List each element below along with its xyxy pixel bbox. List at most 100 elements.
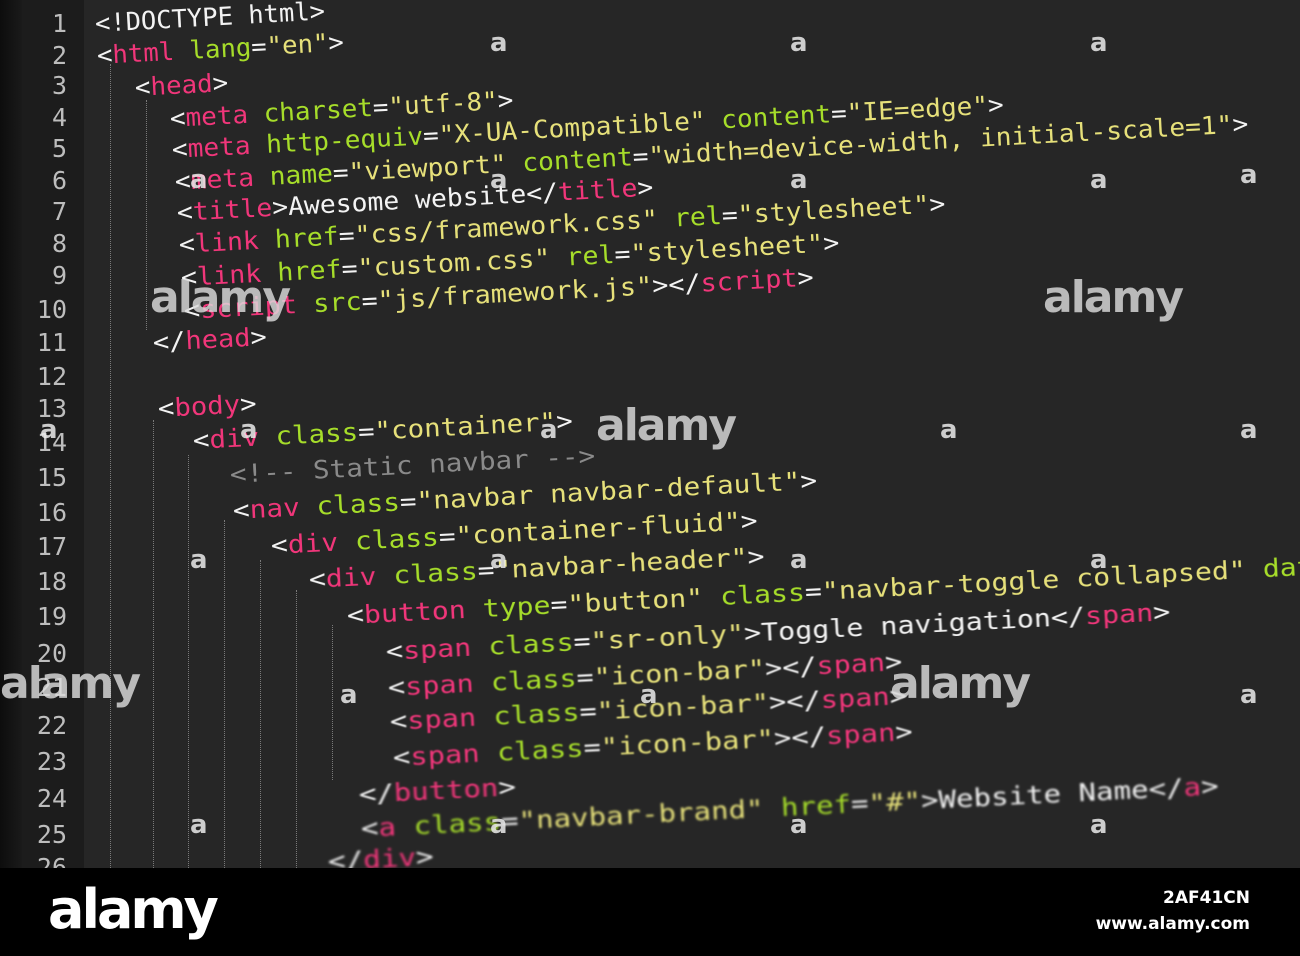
token-str: "button"	[567, 582, 705, 619]
watermark-mark: a	[490, 165, 508, 195]
token-tag: title	[191, 192, 273, 227]
token-plain: >	[987, 89, 1005, 120]
watermark-mark: a	[940, 415, 958, 445]
token-plain: >	[822, 227, 841, 258]
line-number: 15	[36, 463, 67, 492]
watermark-logo: alamy	[0, 658, 141, 709]
token-plain: >	[796, 262, 815, 293]
watermark-mark: a	[490, 28, 508, 58]
token-plain: >	[249, 322, 268, 352]
token-plain: <	[308, 564, 327, 594]
token-str: "navbar-toggle collapsed"	[821, 555, 1247, 606]
token-tag: span	[1083, 597, 1154, 631]
token-attr: href	[274, 221, 340, 254]
code-editor[interactable]: 1 2 3 4 5 6 7 8 9 10 11 12 13 14 15 16 17 18 19 20 21 22 23 24 2…	[0, 0, 1300, 868]
indent-guide	[188, 455, 189, 868]
token-plain: >	[1231, 109, 1249, 139]
line-number: 26	[36, 853, 67, 868]
token-plain: >	[739, 505, 759, 536]
token-tag: html	[111, 36, 176, 70]
token-attr: class	[412, 807, 502, 841]
token-attr: src	[312, 286, 363, 319]
indent-guide	[332, 625, 333, 780]
token-plain: =	[360, 285, 379, 316]
token-str: "#"	[867, 786, 922, 818]
token-plain: =	[579, 696, 598, 727]
watermark-mark: a	[640, 680, 658, 710]
watermark-mark: a	[790, 28, 808, 58]
token-plain: ></	[651, 268, 702, 301]
token-plain: =	[804, 576, 823, 607]
watermark-logo: alamy	[890, 658, 1031, 709]
token-str: "sr-only"	[589, 618, 745, 656]
token-plain: >	[928, 189, 947, 219]
watermark-mark: a	[790, 165, 808, 195]
token-plain: <	[387, 672, 406, 702]
line-number: 4	[51, 103, 67, 132]
watermark-mark: a	[490, 810, 508, 840]
token-plain: >	[746, 541, 766, 572]
token-plain: </	[326, 845, 364, 868]
token-str: "container"	[373, 407, 557, 446]
token-plain: <	[156, 393, 175, 423]
watermark-mark: a	[340, 680, 358, 710]
token-plain: <	[346, 600, 366, 630]
token-plain: </	[152, 326, 187, 357]
indent-guide	[224, 520, 225, 868]
line-number: 22	[36, 711, 67, 740]
watermark-logo: alamy	[1043, 272, 1184, 323]
watermark-mark: a	[1240, 160, 1258, 190]
code-line[interactable]: </div>	[327, 842, 434, 868]
token-plain: >	[799, 465, 818, 496]
token-tag: nav	[248, 492, 300, 525]
token-tag: script	[699, 263, 798, 298]
line-number: 8	[51, 229, 67, 258]
token-plain: =	[550, 589, 569, 620]
line-number: 11	[36, 328, 67, 357]
token-str: "custom.css"	[357, 243, 552, 283]
line-number: 16	[36, 498, 67, 527]
line-number: 12	[36, 362, 67, 391]
token-attr: class	[492, 697, 581, 731]
token-tag: link	[194, 225, 260, 259]
token-attr: type	[482, 590, 552, 624]
code-line[interactable]: </head>	[152, 322, 267, 358]
token-plain: >	[496, 85, 514, 116]
token-plain: =	[721, 200, 739, 230]
watermark-mark: a	[40, 415, 58, 445]
line-number: 9	[51, 261, 67, 290]
token-plain: >	[414, 841, 434, 868]
token-str: "IE=edge"	[846, 90, 989, 128]
indent-guide	[260, 560, 261, 868]
token-plain: <	[178, 229, 196, 259]
indent-guide	[153, 420, 154, 868]
line-number: 1	[51, 9, 67, 38]
token-tag: div	[325, 561, 378, 594]
code-line[interactable]: </button>	[358, 772, 516, 810]
token-plain: <	[175, 197, 194, 227]
stock-footer-bar: alamy 2AF41CN www.alamy.com	[0, 868, 1300, 956]
token-attr: class	[392, 556, 479, 590]
token-plain: =	[572, 626, 592, 657]
line-number: 2	[51, 41, 67, 70]
code-line[interactable]: <head>	[134, 68, 229, 103]
token-plain: </	[358, 778, 395, 809]
line-number: 17	[36, 532, 67, 561]
token-plain: >	[497, 772, 517, 803]
token-attr: class	[490, 663, 578, 697]
token-plain: =	[575, 662, 595, 693]
token-plain: <	[171, 134, 189, 164]
token-plain: =	[331, 157, 349, 188]
token-plain: <	[231, 495, 250, 525]
token-str: "stylesheet"	[630, 228, 825, 269]
watermark-mark: a	[1090, 810, 1108, 840]
token-plain: >	[1200, 771, 1220, 802]
token-plain: ></	[768, 685, 822, 717]
token-str: "icon-bar"	[599, 723, 775, 762]
